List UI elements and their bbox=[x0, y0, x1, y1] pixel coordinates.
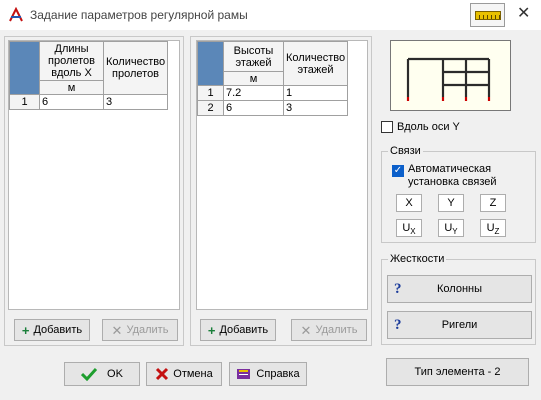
frame-preview-image bbox=[406, 57, 491, 101]
floor-count-cell[interactable]: 1 bbox=[282, 85, 349, 101]
add-span-label: Добавить bbox=[33, 324, 83, 336]
stiffness-group: Жесткости ? Колонны ? Ригели bbox=[381, 253, 536, 345]
delete-icon: ✕ bbox=[111, 322, 123, 338]
beams-label: Ригели bbox=[441, 319, 478, 331]
along-y-label: Вдоль оси Y bbox=[397, 121, 460, 133]
add-icon: + bbox=[21, 322, 30, 338]
title-bar: Задание параметров регулярной рамы ✕ bbox=[0, 0, 541, 30]
cancel-icon bbox=[156, 367, 169, 381]
element-type-label: Тип элемента - 2 bbox=[414, 366, 501, 378]
link-x-toggle[interactable]: X bbox=[396, 194, 422, 212]
ruler-icon bbox=[475, 11, 501, 20]
delete-span-label: Удалить bbox=[126, 324, 169, 336]
ok-button[interactable]: OK bbox=[64, 362, 140, 386]
delete-floor-label: Удалить bbox=[315, 324, 358, 336]
span-length-cell[interactable]: 6 bbox=[39, 94, 104, 110]
links-group: Связи ✓ Автоматическая установка связей … bbox=[381, 145, 536, 243]
grid-corner[interactable] bbox=[9, 41, 40, 95]
columns-button[interactable]: ? Колонны bbox=[387, 275, 532, 303]
add-span-button[interactable]: + Добавить bbox=[14, 319, 90, 341]
col-header-floor-height: Высоты этажей bbox=[223, 41, 284, 72]
link-uz-toggle[interactable]: UZ bbox=[480, 219, 506, 237]
unit-label: м bbox=[39, 80, 104, 95]
row-number: 2 bbox=[197, 100, 224, 116]
link-y-toggle[interactable]: Y bbox=[438, 194, 464, 212]
add-icon: + bbox=[207, 322, 216, 338]
ok-label: OK bbox=[107, 368, 123, 380]
row-number: 1 bbox=[197, 85, 224, 101]
links-title: Связи bbox=[388, 145, 423, 157]
ruler-button[interactable] bbox=[470, 3, 505, 27]
floor-height-cell[interactable]: 7.2 bbox=[223, 85, 284, 101]
columns-label: Колонны bbox=[437, 283, 482, 295]
spans-panel: Длины пролетов вдоль X Количество пролет… bbox=[4, 36, 184, 346]
floor-height-cell[interactable]: 6 bbox=[223, 100, 284, 116]
link-ux-toggle[interactable]: UX bbox=[396, 219, 422, 237]
floor-count-cell[interactable]: 3 bbox=[282, 100, 349, 116]
table-row: 2 6 3 bbox=[197, 100, 349, 116]
add-floor-label: Добавить bbox=[219, 324, 269, 336]
delete-icon: ✕ bbox=[300, 322, 312, 338]
row-number: 1 bbox=[9, 94, 40, 110]
beams-button[interactable]: ? Ригели bbox=[387, 311, 532, 339]
floors-grid: Высоты этажей Количество этажей м 1 7.2 … bbox=[196, 40, 368, 310]
help-button[interactable]: Справка bbox=[229, 362, 307, 386]
help-label: Справка bbox=[256, 368, 300, 380]
help-book-icon bbox=[237, 369, 251, 379]
check-icon[interactable]: ✓ bbox=[392, 165, 404, 177]
auto-links-label: Автоматическая установка связей bbox=[408, 163, 497, 188]
auto-links-checkbox[interactable]: ✓ Автоматическая установка связей bbox=[392, 163, 512, 189]
unit-label: м bbox=[223, 71, 284, 86]
along-y-checkbox[interactable]: Вдоль оси Y bbox=[381, 121, 460, 133]
check-icon bbox=[81, 367, 98, 381]
cancel-label: Отмена bbox=[173, 368, 213, 380]
link-uy-toggle[interactable]: UY bbox=[438, 219, 464, 237]
window-title: Задание параметров регулярной рамы bbox=[30, 8, 248, 22]
add-floor-button[interactable]: + Добавить bbox=[200, 319, 276, 341]
spans-grid: Длины пролетов вдоль X Количество пролет… bbox=[8, 40, 180, 310]
cancel-button[interactable]: Отмена bbox=[146, 362, 222, 386]
element-type-button[interactable]: Тип элемента - 2 bbox=[386, 358, 529, 386]
col-header-floor-count: Количество этажей bbox=[282, 41, 349, 86]
col-header-span-length: Длины пролетов вдоль X bbox=[39, 41, 104, 81]
delete-span-button[interactable]: ✕ Удалить bbox=[102, 319, 178, 341]
app-icon bbox=[9, 7, 23, 22]
close-icon[interactable]: ✕ bbox=[517, 5, 530, 23]
along-y-box[interactable] bbox=[381, 121, 393, 133]
delete-floor-button[interactable]: ✕ Удалить bbox=[291, 319, 367, 341]
stiffness-title: Жесткости bbox=[388, 253, 447, 265]
col-header-span-count: Количество пролетов bbox=[102, 41, 169, 95]
frame-preview bbox=[390, 40, 511, 111]
floors-panel: Высоты этажей Количество этажей м 1 7.2 … bbox=[190, 36, 372, 346]
grid-corner[interactable] bbox=[197, 41, 224, 86]
span-count-cell[interactable]: 3 bbox=[102, 94, 169, 110]
table-row: 1 7.2 1 bbox=[197, 85, 349, 101]
link-z-toggle[interactable]: Z bbox=[480, 194, 506, 212]
table-row: 1 6 3 bbox=[9, 94, 169, 110]
